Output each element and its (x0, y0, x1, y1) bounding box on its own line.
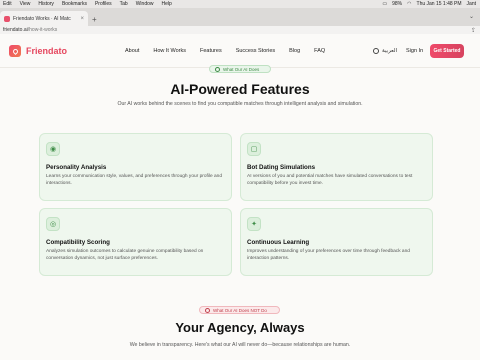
tab-title: Friendato Works · AI Matc (13, 15, 71, 22)
section-subtitle-features: Our AI works behind the scenes to find y… (117, 101, 363, 107)
feature-card-desc: Learns your communication style, values,… (46, 174, 222, 186)
battery-icon[interactable]: ▭ (382, 1, 387, 7)
main-menu: About How It Works Features Success Stor… (125, 48, 325, 54)
badge-label: What Our AI Does (223, 66, 260, 72)
menu-bookmarks[interactable]: Bookmarks (62, 1, 87, 7)
target-icon: ◎ (46, 217, 60, 231)
menu-help[interactable]: Help (162, 1, 172, 7)
site-header: Friendato About How It Works Features Su… (0, 36, 480, 68)
new-tab-icon[interactable]: + (92, 15, 97, 24)
browser-tab-active[interactable]: Friendato Works · AI Matc × (0, 11, 88, 26)
feature-card-title: Continuous Learning (247, 239, 310, 246)
menu-history[interactable]: History (38, 1, 54, 7)
feature-card-personality: ◉ Personality Analysis Learns your commu… (39, 133, 232, 201)
url-host: friendato.ai (3, 27, 28, 33)
x-circle-icon (205, 307, 210, 313)
nav-link-faq[interactable]: FAQ (314, 48, 325, 54)
system-menubar: Edit View History Bookmarks Profiles Tab… (0, 0, 480, 8)
menu-view[interactable]: View (20, 1, 31, 7)
logo[interactable]: Friendato (9, 45, 67, 57)
menu-profiles[interactable]: Profiles (95, 1, 112, 7)
share-icon[interactable]: ⇪ (471, 27, 480, 34)
nav-link-blog[interactable]: Blog (289, 48, 300, 54)
feature-card-learning: ✦ Continuous Learning Improves understan… (240, 208, 433, 276)
sparkle-icon: ✦ (247, 217, 261, 231)
logo-text: Friendato (26, 46, 68, 56)
nav-link-how-it-works[interactable]: How It Works (153, 48, 186, 54)
get-started-button[interactable]: Get Started (430, 44, 464, 58)
feature-card-title: Compatibility Scoring (46, 239, 110, 246)
nav-link-about[interactable]: About (125, 48, 139, 54)
feature-card-desc: Improves understanding of your preferenc… (247, 249, 410, 261)
feature-card-title: Personality Analysis (46, 164, 107, 171)
nav-link-success-stories[interactable]: Success Stories (236, 48, 275, 54)
brain-icon: ◉ (46, 142, 60, 156)
section-title-features: AI-Powered Features (170, 81, 310, 97)
badge-label: What Our AI Does NOT Do (213, 307, 267, 313)
nav-link-features[interactable]: Features (200, 48, 222, 54)
address-bar[interactable]: friendato.ai/how-it-works ⇪ (0, 26, 480, 34)
menu-edit[interactable]: Edit (3, 1, 12, 7)
menu-window[interactable]: Window (136, 1, 154, 7)
battery-level: 98% (392, 1, 403, 7)
feature-card-compatibility: ◎ Compatibility Scoring Analyzes simulat… (39, 208, 232, 276)
tab-list-chevron-icon[interactable]: ⌄ (469, 13, 474, 20)
section-subtitle-agency: We believe in transparency. Here's what … (129, 342, 351, 348)
section-title-agency: Your Agency, Always (175, 320, 305, 335)
feature-card-desc: AI versions of you and potential matches… (247, 174, 413, 186)
section-badge-features: What Our AI Does (209, 65, 271, 73)
feature-card-desc: Analyzes simulation outcomes to calculat… (46, 249, 204, 261)
close-tab-icon[interactable]: × (80, 16, 84, 22)
language-switcher[interactable]: العربية (373, 48, 397, 54)
language-label: العربية (382, 48, 398, 54)
sign-in-button[interactable]: Sign In (406, 48, 423, 54)
url-path: /how-it-works (27, 27, 58, 33)
feature-card-title: Bot Dating Simulations (247, 164, 316, 171)
user-name[interactable]: Jant (467, 1, 476, 7)
clock[interactable]: Thu Jan 15 1:48 PM (417, 1, 462, 7)
heart-logo-icon (9, 45, 21, 57)
wifi-icon[interactable]: ◠ (407, 1, 411, 7)
browser-tabbar: Friendato Works · AI Matc × + ⌄ (0, 8, 480, 26)
check-circle-icon (215, 66, 220, 72)
feature-card-bot-dating: ▢ Bot Dating Simulations AI versions of … (240, 133, 433, 201)
favicon-icon (4, 15, 10, 22)
chat-icon: ▢ (247, 142, 261, 156)
menu-tab[interactable]: Tab (120, 1, 128, 7)
globe-icon (373, 48, 379, 54)
section-badge-agency: What Our AI Does NOT Do (199, 306, 280, 314)
